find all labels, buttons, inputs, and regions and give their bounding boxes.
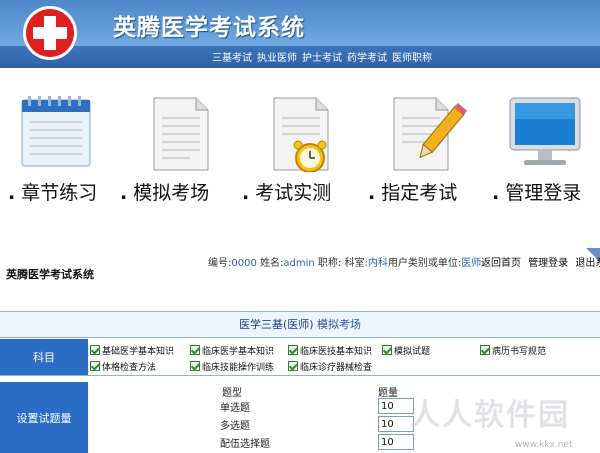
main-menu: 章节练习 模拟考场 考试实测	[0, 68, 600, 248]
col-header-count: 题量	[378, 388, 398, 399]
user-dept: 内科	[367, 258, 388, 269]
unit-label: 用户类别或单位:	[387, 258, 462, 269]
subject-text: 病历书写规范	[492, 347, 547, 357]
admin-login-link[interactable]: 管理登录	[528, 258, 568, 269]
checkbox-checked-icon[interactable]	[288, 361, 298, 371]
calendar-notebook-icon	[21, 96, 91, 167]
subject-checkbox-skill-training[interactable]: 临床技能操作训练	[190, 360, 274, 373]
tile-assigned-exam[interactable]: 指定考试	[360, 68, 480, 248]
user-id: 0000	[231, 258, 257, 269]
tile-label-test: 考试实测	[242, 178, 331, 205]
question-type-multi: 多选题	[220, 421, 250, 432]
nav-link-pharmacy[interactable]: 药学考试	[347, 49, 387, 64]
nav-link-title-exam[interactable]: 医师职称	[392, 49, 432, 64]
app-title: 英腾医学考试系统	[113, 15, 305, 41]
checkbox-checked-icon[interactable]	[90, 345, 100, 355]
id-label: 编号:	[208, 258, 232, 269]
subject-label: 科目	[0, 339, 88, 375]
subject-text: 临床医技基本知识	[300, 347, 373, 357]
checkbox-checked-icon[interactable]	[480, 345, 490, 355]
subject-checkbox-basic-medicine[interactable]: 基础医学基本知识	[90, 344, 174, 357]
user-info: 编号:0000 姓名:admin 职称: 科室:内科用户类别或单位:医师	[208, 254, 481, 269]
subject-text: 临床技能操作训练	[202, 363, 275, 373]
header-banner: 英腾医学考试系统 三基考试 执业医师 护士考试 药学考试 医师职称	[0, 0, 600, 68]
user-unit: 医师	[461, 258, 482, 269]
system-name: 英腾医学考试系统	[6, 268, 94, 281]
watermark-text: 人人软件园	[410, 398, 570, 433]
subject-row: 科目 基础医学基本知识 临床医学基本知识 临床医技基本知识 模拟试题 病历书写规…	[0, 339, 600, 376]
tile-chapter-practice[interactable]: 章节练习	[0, 68, 120, 248]
checkbox-checked-icon[interactable]	[288, 345, 298, 355]
document-pencil-icon	[393, 97, 468, 171]
back-home-link[interactable]: 返回首页	[481, 258, 521, 269]
exam-title: 医学三基(医师) 模拟考场	[0, 312, 600, 338]
tile-admin-login[interactable]: 管理登录	[480, 68, 600, 248]
matching-count-input[interactable]	[378, 434, 414, 450]
subject-checkbox-clinical-medicine[interactable]: 临床医学基本知识	[190, 344, 274, 357]
question-count-label: 设置试题量	[0, 382, 88, 453]
nav-links: 三基考试 执业医师 护士考试 药学考试 医师职称	[212, 49, 432, 64]
checkbox-checked-icon[interactable]	[190, 345, 200, 355]
red-cross-logo-icon	[23, 6, 77, 60]
subject-text: 体格检查方法	[102, 363, 157, 373]
single-choice-count-input[interactable]	[378, 398, 414, 414]
exam-title-subject: 医学三基(医师)	[238, 318, 314, 331]
monitor-icon	[509, 97, 581, 165]
subject-list: 基础医学基本知识 临床医学基本知识 临床医技基本知识 模拟试题 病历书写规范 体…	[90, 340, 600, 376]
watermark-url: www.kkx.net	[515, 440, 573, 450]
subject-text: 临床诊疗器械检查	[300, 363, 373, 373]
col-header-type: 题型	[222, 388, 242, 399]
checkbox-checked-icon[interactable]	[190, 361, 200, 371]
subject-text: 临床医学基本知识	[202, 347, 275, 357]
user-name: admin	[283, 258, 315, 269]
document-alarm-clock-icon	[273, 97, 329, 172]
tile-label-assigned: 指定考试	[368, 178, 457, 205]
document-icon	[153, 97, 209, 171]
nav-link-nurse[interactable]: 护士考试	[302, 49, 342, 64]
dept-label: 科室:	[344, 258, 368, 269]
question-type-match: 配伍选择题	[220, 439, 270, 450]
checkbox-checked-icon[interactable]	[90, 361, 100, 371]
question-type-single: 单选题	[220, 403, 250, 414]
user-links: 返回首页 管理登录 退出系统	[481, 254, 600, 269]
nav-link-sanji[interactable]: 三基考试	[212, 49, 252, 64]
name-label: 姓名:	[260, 258, 284, 269]
title-label: 职称:	[317, 258, 342, 269]
tile-label-mock: 模拟考场	[120, 178, 209, 205]
subject-checkbox-physical-exam[interactable]: 体格检查方法	[90, 360, 156, 373]
subject-text: 基础医学基本知识	[102, 347, 175, 357]
multi-choice-count-input[interactable]	[378, 416, 414, 432]
subject-checkbox-record-writing[interactable]: 病历书写规范	[480, 344, 546, 357]
tile-label-chapter: 章节练习	[8, 178, 97, 205]
subject-checkbox-instrument-check[interactable]: 临床诊疗器械检查	[288, 360, 372, 373]
exam-title-mode: 模拟考场	[317, 318, 362, 331]
subject-text: 模拟试题	[394, 347, 431, 357]
subject-checkbox-mock-questions[interactable]: 模拟试题	[382, 344, 430, 357]
nav-link-physician[interactable]: 执业医师	[257, 49, 297, 64]
subject-checkbox-clinical-tech[interactable]: 临床医技基本知识	[288, 344, 372, 357]
checkbox-checked-icon[interactable]	[382, 345, 392, 355]
tile-exam-test[interactable]: 考试实测	[240, 68, 360, 248]
logout-link[interactable]: 退出系统	[575, 258, 600, 269]
tile-mock-exam[interactable]: 模拟考场	[120, 68, 240, 248]
tile-label-admin: 管理登录	[492, 178, 581, 205]
